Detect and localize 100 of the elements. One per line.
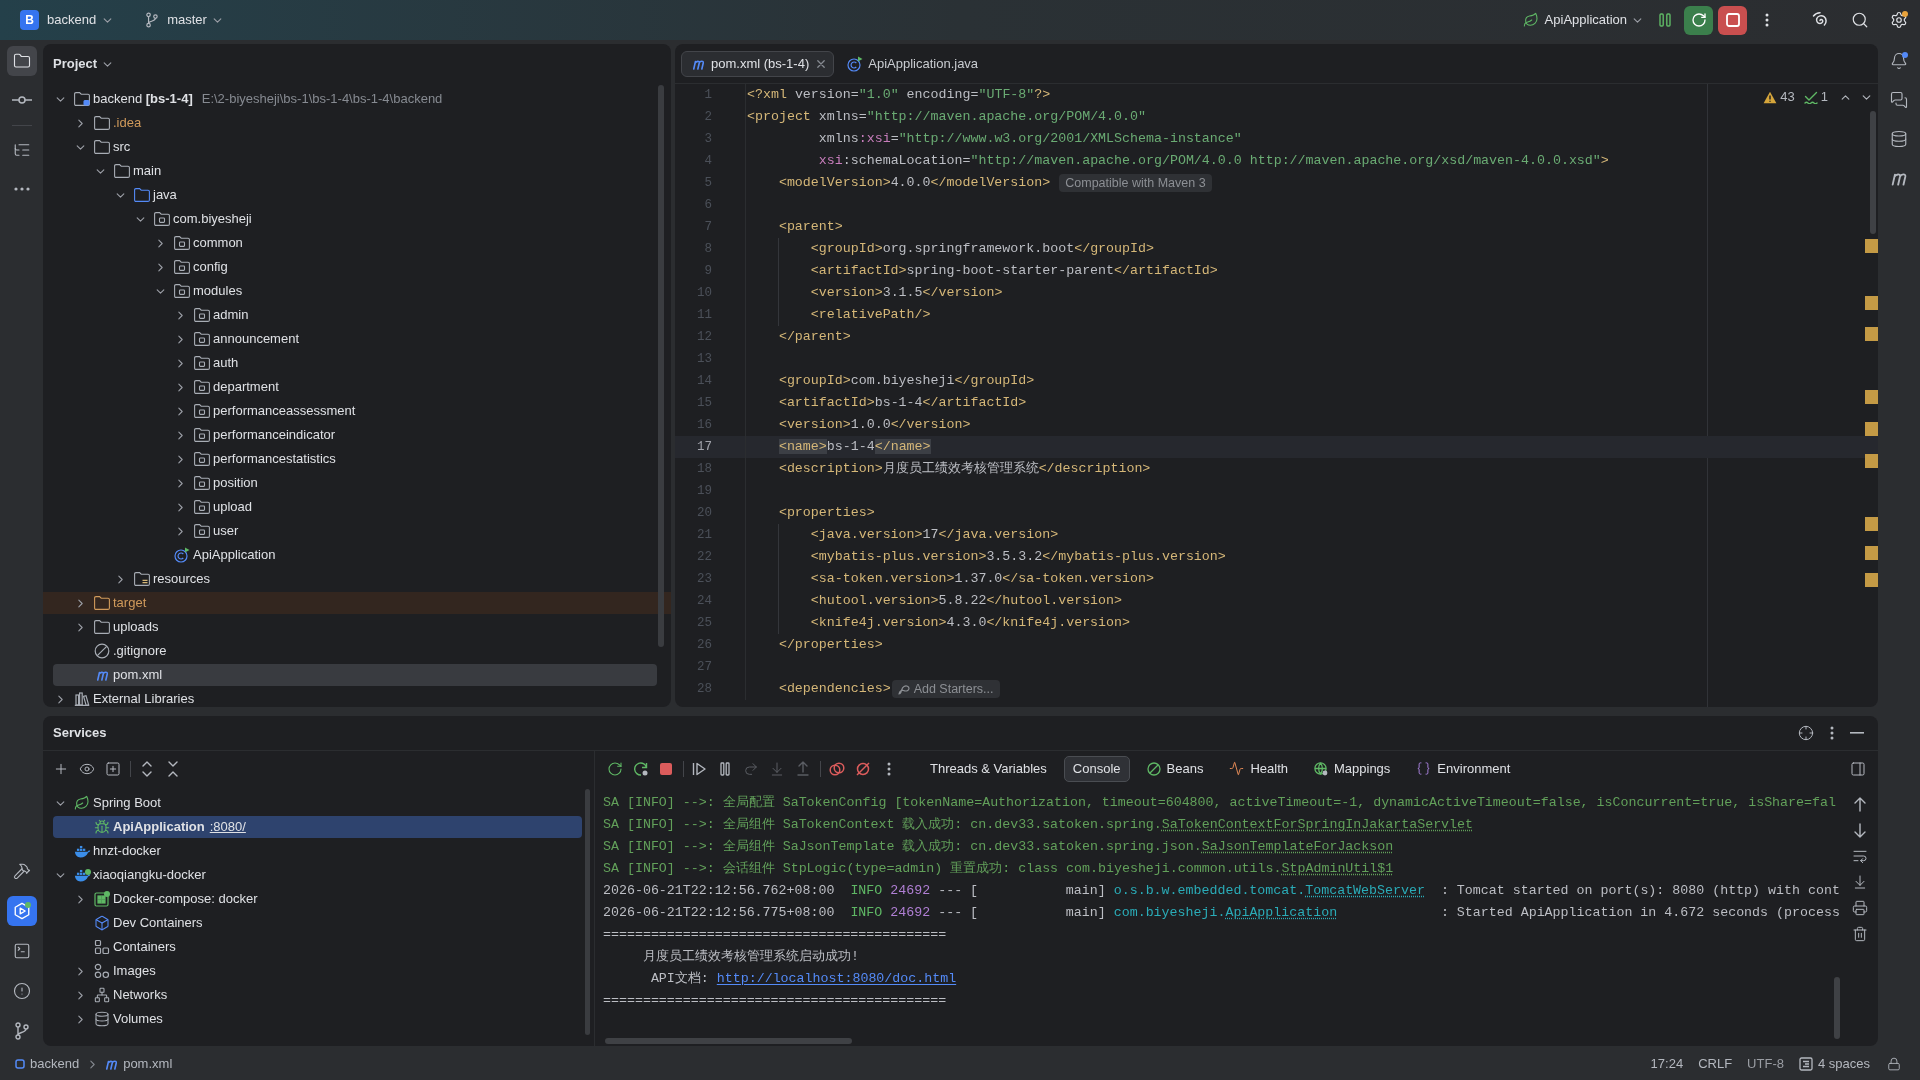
tree-item[interactable]: hnzt-docker: [74, 840, 161, 862]
arrow-up-icon[interactable]: [1854, 796, 1866, 812]
tree-item[interactable]: Spring Boot: [52, 792, 161, 814]
tree-item[interactable]: External Libraries: [52, 688, 195, 707]
chevron-down-icon[interactable]: [55, 800, 65, 806]
chevron-up-icon[interactable]: [1841, 94, 1850, 100]
console-link[interactable]: SaTokenContextForSpringInJakartaServlet: [1161, 817, 1474, 832]
more-icon[interactable]: [1830, 726, 1834, 740]
search-icon[interactable]: [1851, 11, 1869, 29]
file-encoding[interactable]: UTF-8: [1747, 1054, 1784, 1074]
tree-item[interactable]: Volumes: [72, 1008, 163, 1030]
console-link[interactable]: StpAdminUtil$1: [1281, 861, 1394, 876]
chevron-right-icon[interactable]: [177, 310, 183, 320]
tree-item[interactable]: modules: [152, 280, 243, 302]
tree-item[interactable]: uploads: [72, 616, 159, 638]
scrollbar-thumb[interactable]: [658, 85, 664, 647]
tree-item[interactable]: department: [172, 376, 279, 398]
trash-icon[interactable]: [1852, 926, 1868, 942]
line-separator[interactable]: CRLF: [1698, 1054, 1733, 1074]
tree-item[interactable]: Dev Containers: [94, 912, 203, 934]
tree-item[interactable]: config: [152, 256, 228, 278]
console-link[interactable]: SaJsonTemplateForJackson: [1201, 839, 1394, 854]
chevron-down-icon[interactable]: [55, 872, 65, 878]
debug-tab[interactable]: Beans: [1137, 755, 1213, 782]
tree-item[interactable]: main: [92, 160, 162, 182]
tree-item[interactable]: xiaoqiangku-docker: [52, 864, 206, 886]
chevron-right-icon[interactable]: [177, 502, 183, 512]
tree-item[interactable]: user: [172, 520, 239, 542]
tree-item[interactable]: performanceindicator: [172, 424, 336, 446]
chevron-right-icon[interactable]: [77, 622, 83, 632]
inlay-hint[interactable]: Add Starters...: [891, 680, 1000, 698]
rotate-arrow-dot-icon[interactable]: [633, 760, 649, 777]
tree-item[interactable]: position: [172, 472, 258, 494]
tree-item[interactable]: .gitignore: [94, 640, 167, 662]
chevron-right-icon[interactable]: [177, 334, 183, 344]
arrow-up-from-line-icon[interactable]: [797, 761, 809, 776]
rerun-debug-button[interactable]: [1684, 5, 1713, 35]
port-link[interactable]: :8080/: [209, 817, 246, 837]
stop-icon[interactable]: [659, 761, 673, 776]
slashed-circle-icon[interactable]: [855, 760, 871, 777]
chevron-down-icon[interactable]: [115, 192, 125, 198]
breadcrumb[interactable]: pom.xml: [105, 1054, 173, 1074]
chevron-down-icon[interactable]: [1862, 94, 1871, 100]
breadcrumb[interactable]: backend: [15, 1054, 80, 1074]
debug-tab[interactable]: Console: [1063, 755, 1130, 782]
tree-item[interactable]: performanceassessment: [172, 400, 356, 422]
tree-item[interactable]: Images: [72, 960, 156, 982]
chevrons-in-icon[interactable]: [168, 760, 178, 777]
project-tool-button[interactable]: [6, 46, 37, 76]
weak-warnings-counter[interactable]: 1: [1803, 87, 1828, 107]
settings-icon[interactable]: [1890, 11, 1908, 29]
panel-layout-icon[interactable]: [1850, 760, 1866, 777]
chevron-down-icon[interactable]: [95, 168, 105, 174]
debug-tab[interactable]: Mappings: [1305, 755, 1400, 782]
indent-setting[interactable]: 4 spaces: [1798, 1054, 1870, 1074]
tree-item[interactable]: common: [152, 232, 243, 254]
tree-item[interactable]: admin: [172, 304, 249, 326]
chevron-right-icon[interactable]: [117, 574, 123, 584]
printer-icon[interactable]: [1852, 900, 1868, 916]
square-plus-icon[interactable]: [105, 760, 121, 777]
bar-play-icon[interactable]: [691, 760, 707, 777]
tree-item[interactable]: Containers: [94, 936, 176, 958]
wrap-text-icon[interactable]: [1852, 848, 1868, 864]
tree-item[interactable]: target: [43, 592, 671, 614]
branch-switcher[interactable]: master: [146, 6, 222, 34]
spiral-icon[interactable]: [1811, 11, 1829, 29]
chevron-right-icon[interactable]: [177, 430, 183, 440]
more-icon[interactable]: [887, 761, 891, 776]
chevron-right-icon[interactable]: [177, 478, 183, 488]
chevron-down-icon[interactable]: [135, 216, 145, 222]
tree-item[interactable]: java: [112, 184, 177, 206]
tree-item[interactable]: Docker-compose: docker: [72, 888, 258, 910]
chevron-right-icon[interactable]: [77, 990, 83, 1000]
stop-button[interactable]: [1718, 5, 1747, 35]
console-link[interactable]: http://localhost:8080/doc.html: [716, 971, 957, 986]
chevron-right-icon[interactable]: [177, 454, 183, 464]
chevron-right-icon[interactable]: [77, 894, 83, 904]
scrollbar-thumb[interactable]: [1834, 977, 1840, 1039]
chevron-down-icon[interactable]: [75, 144, 85, 150]
chevron-right-icon[interactable]: [177, 382, 183, 392]
tree-item[interactable]: auth: [172, 352, 239, 374]
overlapping-circles-icon[interactable]: [829, 760, 845, 777]
tree-item[interactable]: src: [72, 136, 131, 158]
chevron-right-icon[interactable]: [177, 406, 183, 416]
debug-tab[interactable]: Health: [1220, 755, 1297, 782]
tree-item[interactable]: backend [bs-1-4] E:\2-biyesheji\bs-1\bs-1-4\bs-1-4\backend: [52, 88, 443, 110]
console-link[interactable]: TomcatWebServer: [1305, 883, 1425, 898]
pause-icon[interactable]: [1659, 13, 1671, 27]
chevron-right-icon[interactable]: [57, 694, 63, 704]
tree-item[interactable]: ApiApplication :8080/: [53, 816, 582, 838]
tree-item[interactable]: announcement: [172, 328, 299, 350]
close-icon[interactable]: [817, 59, 826, 68]
services-tool-button[interactable]: [6, 896, 37, 926]
debug-tab[interactable]: Threads & Variables: [921, 755, 1056, 782]
arrow-down-to-line-icon[interactable]: [1852, 874, 1868, 890]
warnings-counter[interactable]: 43: [1763, 87, 1795, 107]
chevron-right-icon[interactable]: [77, 1014, 83, 1024]
editor-tab[interactable]: pom.xml (bs-1-4): [681, 50, 835, 77]
tree-item[interactable]: Networks: [72, 984, 168, 1006]
scrollbar-thumb[interactable]: [605, 1038, 852, 1044]
